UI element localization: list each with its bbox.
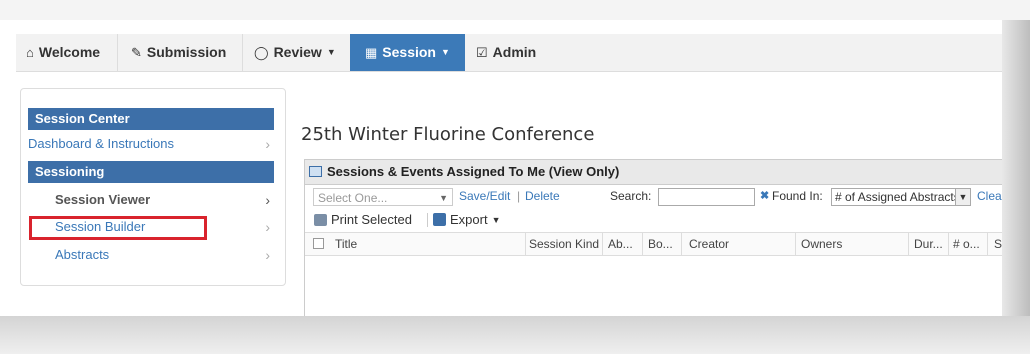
sidebar: Session Center Dashboard & Instructions … <box>20 88 286 286</box>
home-icon: ⌂ <box>26 45 34 60</box>
sidebar-item-label: Session Viewer <box>55 192 151 207</box>
column-header-session-kind[interactable]: Session Kind <box>529 233 599 255</box>
clear-search-icon[interactable]: ✖ <box>760 189 769 202</box>
column-divider <box>525 233 526 255</box>
chevron-down-icon: ▼ <box>439 193 448 203</box>
app-content: ⌂ Welcome ✎ Submission ◯ Review ▼ ▦ Sess… <box>16 22 1002 316</box>
column-header-owners[interactable]: Owners <box>801 233 842 255</box>
toolbar-divider <box>427 213 428 227</box>
sidebar-item-session-viewer[interactable]: Session Viewer › <box>28 188 274 212</box>
nav-session-label: Session <box>382 44 436 60</box>
search-label: Search: <box>610 189 652 203</box>
save-edit-link[interactable]: Save/Edit <box>459 189 510 203</box>
nav-admin[interactable]: ☑ Admin <box>476 34 536 71</box>
nav-welcome-label: Welcome <box>38 44 101 60</box>
page-title: 25th Winter Fluorine Conference <box>301 124 595 145</box>
found-in-label: Found In: <box>772 189 823 203</box>
found-in-value: # of Assigned Abstracts <box>835 190 960 204</box>
nav-divider <box>117 34 118 71</box>
nav-review-label: Review <box>273 44 322 60</box>
sidebar-item-dashboard[interactable]: Dashboard & Instructions › <box>28 132 274 156</box>
table-header-row: Title Session Kind Ab... Bo... Creator O… <box>305 232 1002 256</box>
export-button[interactable]: Export ▼ <box>433 212 501 227</box>
nav-admin-label: Admin <box>492 44 537 60</box>
screenshot-bottom-shadow <box>0 316 1030 354</box>
printer-icon <box>314 213 327 226</box>
panel-title: Sessions & Events Assigned To Me (View O… <box>327 164 620 179</box>
nav-review[interactable]: ◯ Review ▼ <box>254 34 336 71</box>
sidebar-item-abstracts[interactable]: Abstracts › <box>28 243 274 267</box>
sidebar-item-label: Abstracts <box>55 247 110 262</box>
search-input[interactable] <box>658 188 755 206</box>
caret-down-icon: ▼ <box>441 47 450 57</box>
column-divider <box>642 233 643 255</box>
grid-icon <box>309 166 322 177</box>
highlight-annotation-box <box>29 216 207 240</box>
column-divider <box>681 233 682 255</box>
chevron-right-icon: › <box>265 219 270 235</box>
nav-submission[interactable]: ✎ Submission <box>131 34 226 71</box>
chevron-right-icon: › <box>265 247 270 263</box>
column-header-duration[interactable]: Dur... <box>914 233 943 255</box>
column-header-title[interactable]: Title <box>335 233 357 255</box>
nav-session[interactable]: ▦ Session ▼ <box>350 34 465 71</box>
calendar-icon: ▦ <box>365 45 378 60</box>
column-divider <box>908 233 909 255</box>
chevron-right-icon: › <box>265 192 270 208</box>
caret-down-icon: ▼ <box>326 47 336 57</box>
panel-header: Sessions & Events Assigned To Me (View O… <box>305 160 1002 185</box>
screenshot-right-shadow <box>1002 20 1030 354</box>
delete-link[interactable]: Delete <box>525 189 560 203</box>
caret-down-icon: ▼ <box>491 214 501 225</box>
save-disk-icon <box>433 213 446 226</box>
export-label: Export <box>450 212 488 227</box>
column-header-bo[interactable]: Bo... <box>648 233 673 255</box>
found-in-select[interactable]: # of Assigned Abstracts ▼ <box>831 188 971 206</box>
column-divider <box>948 233 949 255</box>
column-divider <box>987 233 988 255</box>
column-divider <box>795 233 796 255</box>
sidebar-heading-session-center: Session Center <box>28 108 274 130</box>
print-selected-button[interactable]: Print Selected <box>314 212 412 227</box>
column-header-abstracts[interactable]: Ab... <box>608 233 633 255</box>
top-navbar: ⌂ Welcome ✎ Submission ◯ Review ▼ ▦ Sess… <box>16 34 1002 72</box>
nav-divider <box>242 34 243 71</box>
print-selected-label: Print Selected <box>331 212 412 227</box>
nav-submission-label: Submission <box>146 44 227 60</box>
toolbar-separator: | <box>517 189 521 203</box>
chevron-right-icon: › <box>265 136 270 152</box>
check-square-icon: ☑ <box>476 45 488 60</box>
nav-welcome[interactable]: ⌂ Welcome <box>26 34 100 71</box>
column-header-creator[interactable]: Creator <box>689 233 729 255</box>
comment-icon: ◯ <box>254 45 269 60</box>
chevron-down-icon: ▼ <box>955 189 970 205</box>
pencil-icon: ✎ <box>131 45 142 60</box>
sidebar-item-label: Dashboard & Instructions <box>28 136 174 151</box>
column-divider <box>602 233 603 255</box>
clear-link[interactable]: Clea <box>977 189 1002 203</box>
sidebar-heading-sessioning: Sessioning <box>28 161 274 183</box>
sessions-panel: Sessions & Events Assigned To Me (View O… <box>304 159 1002 316</box>
view-select-placeholder: Select One... <box>318 191 388 205</box>
column-header-number[interactable]: # o... <box>953 233 980 255</box>
screenshot-top-edge <box>0 0 1030 20</box>
toolbar-row-2: Print Selected Export ▼ <box>305 209 1002 231</box>
toolbar-row-1: Select One... ▼ Save/Edit | Delete Searc… <box>305 185 1002 209</box>
view-select[interactable]: Select One... ▼ <box>313 188 453 206</box>
column-header-s[interactable]: S <box>994 233 1002 255</box>
select-all-checkbox[interactable] <box>313 238 324 249</box>
